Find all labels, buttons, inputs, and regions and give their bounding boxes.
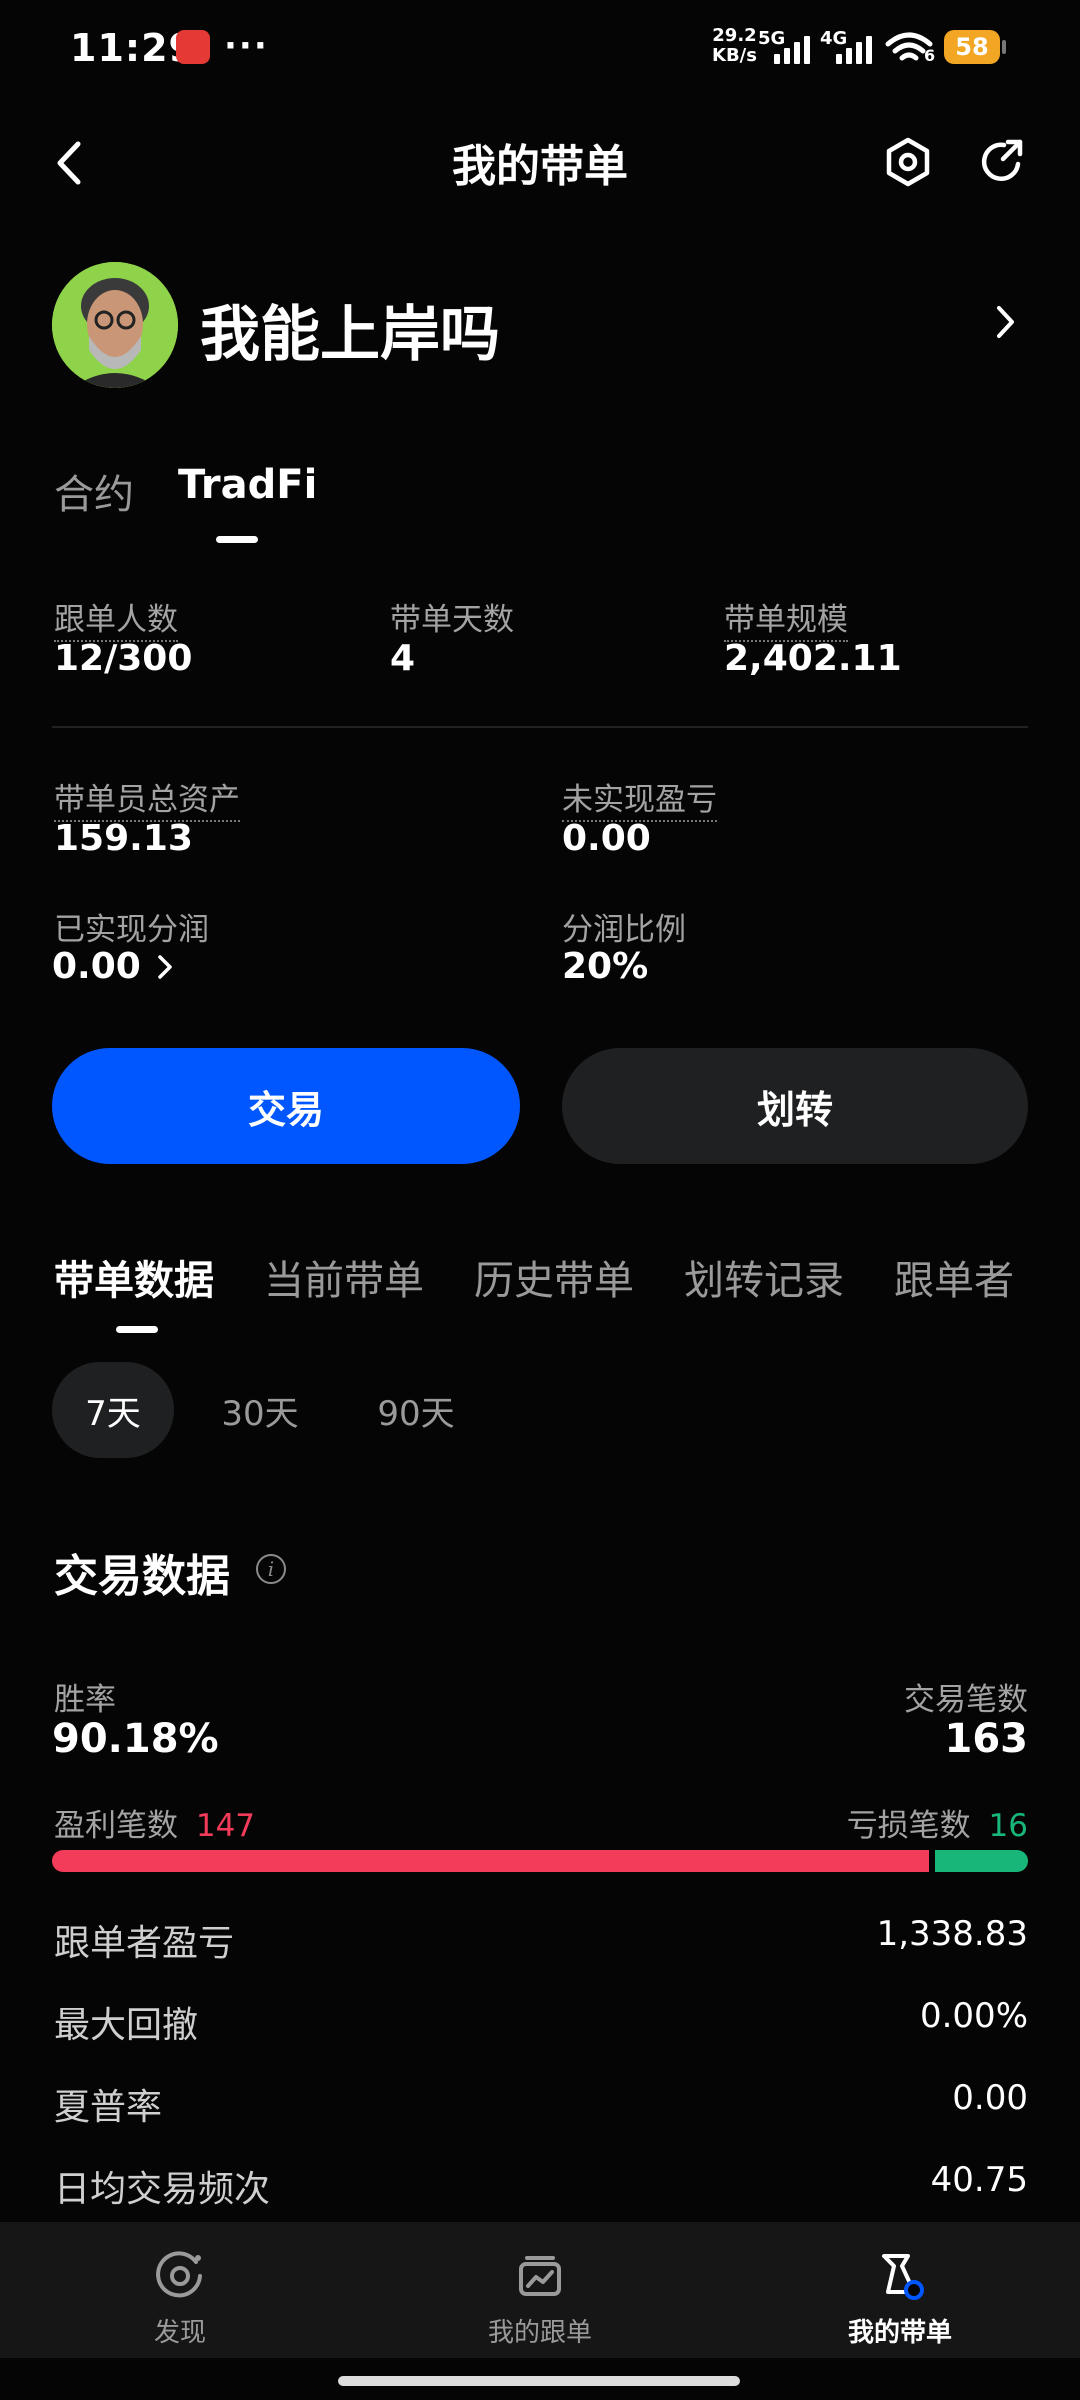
realized-profit-share-label: 已实现分润 [54,912,209,948]
tab-current-leads[interactable]: 当前带单 [264,1248,424,1306]
win-bar [52,1850,929,1872]
signal-2-icon [836,34,872,64]
unrealized-pnl-label[interactable]: 未实现盈亏 [562,782,717,822]
battery-indicator: 58 [944,30,1006,64]
wifi-suffix: 6 [924,46,936,65]
home-indicator[interactable] [338,2376,740,2386]
follow-chart-icon [519,2256,561,2296]
tab-transfer-records[interactable]: 划转记录 [684,1248,844,1306]
nav-discover-label: 发现 [153,2318,206,2348]
tab-active-indicator [216,536,258,543]
profit-share-ratio-value: 20% [562,946,649,987]
lead-flag-icon [882,2254,924,2300]
notification-app-icon [176,30,210,64]
period-30d[interactable]: 30天 [200,1362,320,1458]
follower-pnl-label: 跟单者盈亏 [54,1923,235,1964]
follower-pnl-value: 1,338.83 [876,1914,1028,1954]
total-assets-label[interactable]: 带单员总资产 [54,782,240,822]
net-speed: 29.2 KB/s [712,26,757,66]
settings-hexagon-icon[interactable] [880,134,936,190]
avatar[interactable] [52,262,178,388]
lead-scale-value: 2,402.11 [724,638,902,679]
more-notifications-icon: ··· [224,26,269,66]
sharpe-ratio-label: 夏普率 [54,2087,163,2128]
nav-discover[interactable]: 发现 [60,2250,300,2349]
nickname[interactable]: 我能上岸吗 [200,286,500,373]
max-drawdown-label: 最大回撤 [54,2005,199,2046]
info-icon[interactable]: i [256,1554,286,1584]
chevron-right-icon[interactable] [990,300,1020,344]
loss-count-label: 亏损笔数 [846,1808,971,1844]
lead-scale-label[interactable]: 带单规模 [724,602,848,642]
nav-my-leads-label: 我的带单 [847,2318,952,2348]
unrealized-pnl-value: 0.00 [562,818,651,859]
chevron-right-icon [158,954,172,979]
section-title: 交易数据 [54,1551,230,1602]
win-rate-value: 90.18% [52,1716,219,1762]
sharpe-ratio-value: 0.00 [952,2078,1028,2118]
tab-history-leads[interactable]: 历史带单 [474,1248,634,1306]
net-speed-value: 29.2 [712,25,757,46]
loss-count-value: 16 [988,1808,1028,1844]
tab-lead-data[interactable]: 带单数据 [54,1248,214,1306]
max-drawdown-value: 0.00% [919,1996,1028,2036]
nav-my-follows[interactable]: 我的跟单 [420,2250,660,2349]
profit-count: 盈利笔数 147 [54,1800,255,1845]
loss-bar [935,1850,1028,1872]
lead-days-label: 带单天数 [390,602,514,638]
trade-count-label: 交易笔数 [904,1682,1028,1718]
loss-count: 亏损笔数 16 [847,1800,1028,1845]
lead-days-value: 4 [390,638,416,679]
trade-button[interactable]: 交易 [52,1048,520,1164]
profit-count-value: 147 [195,1808,256,1844]
transfer-button[interactable]: 划转 [562,1048,1028,1164]
section-tab-indicator [116,1326,158,1333]
tab-contract[interactable]: 合约 [54,462,134,520]
nav-my-leads[interactable]: 我的带单 [780,2250,1020,2349]
win-loss-ratio-bar [52,1850,1028,1872]
trade-count-value: 163 [944,1716,1029,1762]
win-rate-label: 胜率 [54,1682,116,1718]
net-speed-unit: KB/s [712,45,757,66]
tab-followers[interactable]: 跟单者 [894,1248,1014,1306]
profit-count-label: 盈利笔数 [54,1808,178,1844]
daily-trade-frequency-label: 日均交易频次 [54,2169,271,2210]
profit-share-ratio-label: 分润比例 [562,912,686,948]
total-assets-value: 159.13 [54,818,193,859]
realized-profit-share-value: 0.00 [52,946,141,987]
signal-1-icon [774,34,810,64]
avatar-portrait [52,262,178,388]
follower-count-value: 12/300 [54,638,193,679]
realized-profit-share-link[interactable]: 0.00 [52,946,175,987]
period-7d[interactable]: 7天 [52,1362,174,1458]
share-icon[interactable] [974,134,1030,190]
period-90d[interactable]: 90天 [356,1362,476,1458]
discover-icon [156,2251,202,2298]
tab-tradfi[interactable]: TradFi [178,462,317,508]
nav-my-follows-label: 我的跟单 [487,2318,592,2348]
follower-count-label[interactable]: 跟单人数 [54,602,178,642]
divider [52,726,1028,728]
daily-trade-frequency-value: 40.75 [930,2160,1028,2200]
